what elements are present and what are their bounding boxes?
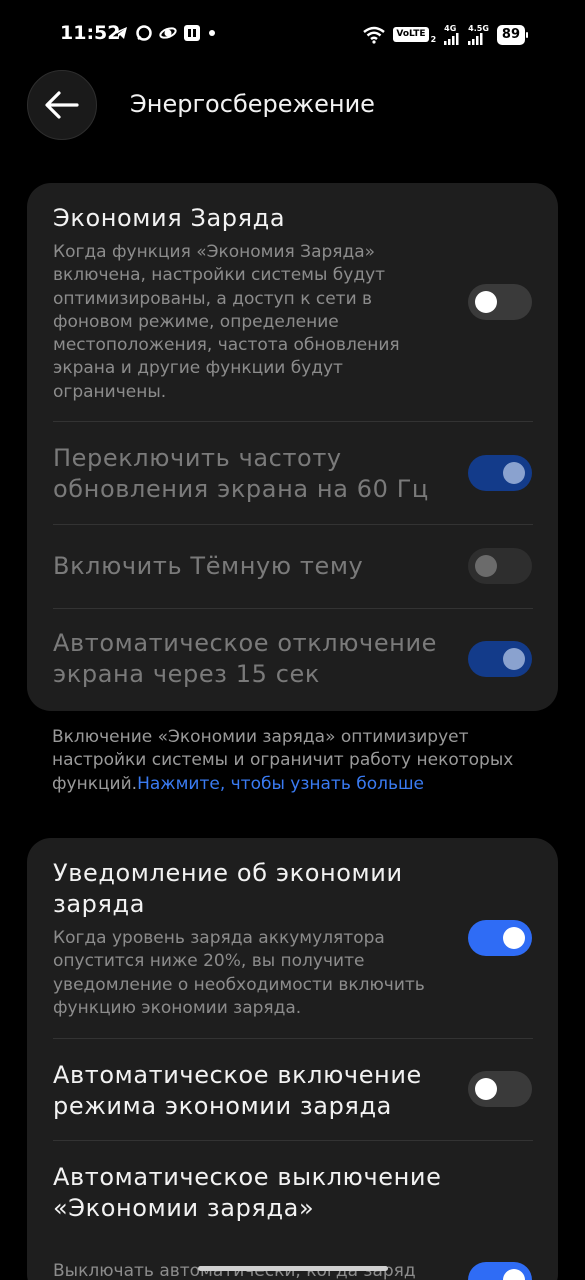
volte-badge: VoLTE: [393, 27, 429, 42]
battery-indicator: 89: [496, 24, 529, 45]
auto-disable-row[interactable]: Автоматическое выключение «Экономии заря…: [27, 1140, 558, 1280]
notification-card: Уведомление об экономии заряда Когда уро…: [27, 838, 558, 1280]
option-screen-timeout-toggle[interactable]: [468, 641, 532, 677]
option-screen-timeout-label: Автоматическое отключение экрана через 1…: [53, 629, 438, 688]
message-bubble-icon: [136, 25, 152, 41]
auto-disable-toggle[interactable]: [468, 1262, 532, 1280]
auto-enable-row[interactable]: Автоматическое включение режима экономии…: [27, 1038, 558, 1140]
notification-icons: [111, 24, 215, 42]
option-60hz-label: Переключить частоту обновления экрана на…: [53, 444, 429, 503]
signal-bars-icon: [444, 33, 459, 45]
signal-4g: 4G: [444, 24, 460, 45]
battery-saver-title: Экономия Заряда: [53, 204, 286, 232]
sim2-label: 2: [430, 35, 437, 44]
signal-45g: 4.5G: [468, 24, 489, 45]
option-dark-theme-row[interactable]: Включить Тёмную тему: [27, 524, 558, 608]
option-dark-theme-label: Включить Тёмную тему: [53, 552, 364, 580]
status-bar: 11:52 VoLTE 2 4G 4.5G 89: [0, 0, 585, 70]
home-indicator[interactable]: [198, 1266, 388, 1271]
battery-saver-description: Когда функция «Экономия Заряда» включена…: [53, 242, 400, 402]
more-notifications-dot: [209, 30, 215, 36]
signal-bars-icon: [468, 33, 483, 45]
option-60hz-row[interactable]: Переключить частоту обновления экрана на…: [27, 421, 558, 521]
option-screen-timeout-row[interactable]: Автоматическое отключение экрана через 1…: [27, 608, 558, 711]
telegram-icon: [113, 27, 127, 39]
wifi-icon: [363, 26, 386, 44]
auto-enable-toggle[interactable]: [468, 1071, 532, 1107]
low-battery-notification-row[interactable]: Уведомление об экономии заряда Когда уро…: [27, 838, 558, 1038]
auto-disable-title: Автоматическое выключение «Экономии заря…: [53, 1163, 442, 1222]
option-dark-theme-toggle[interactable]: [468, 548, 532, 584]
back-button[interactable]: [27, 70, 97, 140]
low-battery-notification-title: Уведомление об экономии заряда: [53, 859, 403, 918]
low-battery-notification-description: Когда уровень заряда аккумулятора опусти…: [53, 928, 425, 1018]
battery-saver-card: Экономия Заряда Когда функция «Экономия …: [27, 183, 558, 711]
app-store-icon: [184, 25, 200, 41]
learn-more-link[interactable]: Нажмите, чтобы узнать больше: [137, 774, 424, 794]
auto-enable-title: Автоматическое включение режима экономии…: [53, 1061, 422, 1120]
battery-saver-toggle[interactable]: [468, 284, 532, 320]
option-60hz-toggle[interactable]: [468, 455, 532, 491]
arrow-left-icon: [45, 91, 79, 119]
battery-saver-row[interactable]: Экономия Заряда Когда функция «Экономия …: [27, 183, 558, 421]
planet-icon: [159, 27, 177, 39]
page-title: Энергосбережение: [130, 90, 375, 118]
info-note: Включение «Экономии заряда» оптимизирует…: [52, 726, 522, 796]
low-battery-notification-toggle[interactable]: [468, 920, 532, 956]
system-status-icons: VoLTE 2 4G 4.5G 89: [363, 24, 529, 45]
